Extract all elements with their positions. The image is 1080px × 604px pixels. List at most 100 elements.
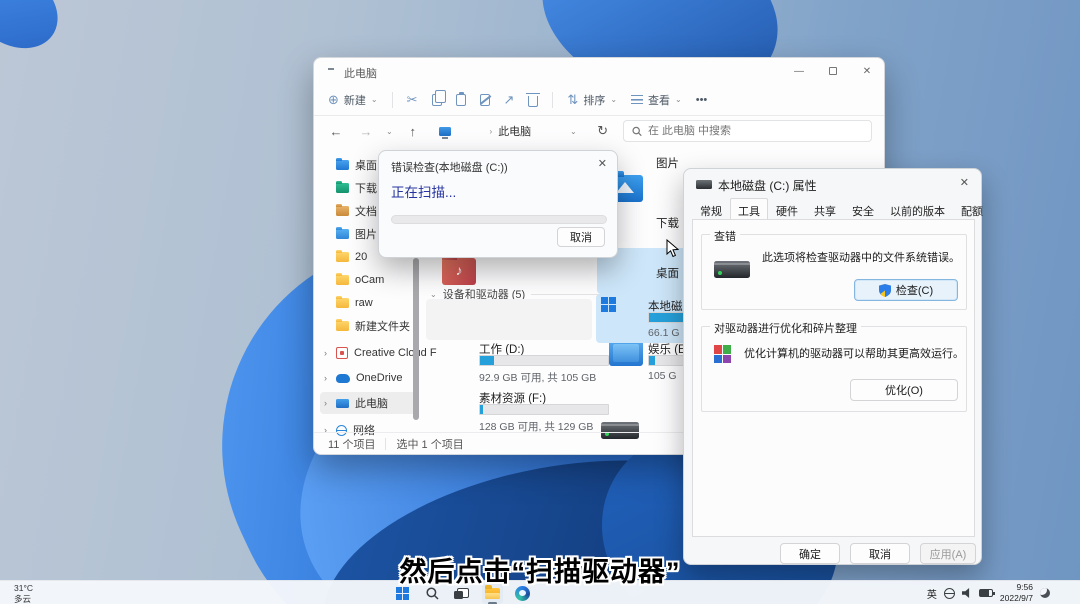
tray-time: 9:56 <box>1000 582 1033 593</box>
cancel-button[interactable]: 取消 <box>850 543 910 564</box>
view-icon <box>631 95 643 104</box>
view-button[interactable]: 查看 ⌄ <box>631 92 682 108</box>
rename-icon <box>480 94 490 106</box>
scanning-status: 正在扫描... <box>391 181 456 201</box>
cancel-button[interactable]: 取消 <box>557 227 605 247</box>
desktop: 此电脑 — ✕ ⊕ 新建 ⌄ ✂ ↗ ⇅ 排序 ⌄ <box>0 0 1080 604</box>
system-tray: 英 9:56 2022/9/7 <box>927 581 1050 604</box>
status-divider <box>385 438 386 450</box>
share-button[interactable]: ↗ <box>504 93 515 106</box>
folder-icon <box>336 252 349 262</box>
sidebar-item-this-pc[interactable]: ›此电脑 <box>320 392 416 414</box>
wallpaper-bloom-petal <box>0 0 73 65</box>
downloads-folder-label[interactable]: 下载 <box>656 215 679 231</box>
share-icon: ↗ <box>504 93 515 106</box>
error-checking-dialog: 错误检查(本地磁盘 (C:)) ✕ 正在扫描... 取消 <box>378 150 618 258</box>
search-input[interactable] <box>648 125 863 137</box>
explorer-toolbar: ⊕ 新建 ⌄ ✂ ↗ ⇅ 排序 ⌄ 查看 ⌄ ••• <box>314 84 884 116</box>
explorer-titlebar[interactable]: 此电脑 — ✕ <box>314 58 884 84</box>
clock[interactable]: 9:56 2022/9/7 <box>1000 582 1033 603</box>
dialog-title: 错误检查(本地磁盘 (C:)) <box>391 159 508 175</box>
folder-icon <box>336 206 349 216</box>
chevron-right-icon: › <box>324 398 327 408</box>
weather-condition: 多云 <box>14 594 33 604</box>
network-icon[interactable] <box>944 588 955 599</box>
sidebar-item-onedrive[interactable]: ›OneDrive <box>320 367 416 389</box>
windows-logo-icon <box>601 297 616 312</box>
desktop-folder-icon[interactable] <box>609 339 643 366</box>
explorer-folder-icon <box>485 588 500 599</box>
ok-button[interactable]: 确定 <box>780 543 840 564</box>
close-icon[interactable]: ✕ <box>960 176 969 189</box>
search-box[interactable] <box>623 120 872 142</box>
sidebar-item-ocam[interactable]: oCam <box>320 269 416 291</box>
apply-button[interactable]: 应用(A) <box>920 543 976 564</box>
video-subtitle: 然后点击“扫描驱动器” <box>400 550 681 589</box>
drive-d-capacity-bar <box>479 355 609 366</box>
optimize-button[interactable]: 优化(O) <box>850 379 958 401</box>
error-checking-group: 查错 此选项将检查驱动器中的文件系统错误。 检查(C) <box>701 234 967 310</box>
speaker-icon[interactable] <box>962 588 972 598</box>
rename-button[interactable] <box>480 94 490 106</box>
plus-icon: ⊕ <box>328 93 339 106</box>
dialog-title: 本地磁盘 (C:) 属性 <box>718 177 817 194</box>
up-button[interactable]: ↑ <box>403 124 423 139</box>
back-button[interactable]: ← <box>326 124 346 139</box>
sidebar-item-raw[interactable]: raw <box>320 292 416 314</box>
tools-tab-panel: 查错 此选项将检查驱动器中的文件系统错误。 检查(C) 对驱动器进行优化和碎片整… <box>692 219 975 537</box>
drive-f-capacity-bar <box>479 404 609 415</box>
chevron-down-icon[interactable]: ⌄ <box>570 127 577 136</box>
ime-indicator[interactable]: 英 <box>927 586 937 601</box>
refresh-button[interactable]: ↻ <box>593 123 613 139</box>
cut-button[interactable]: ✂ <box>407 93 418 106</box>
disk-properties-dialog: 本地磁盘 (C:) 属性 ✕ 常规 工具 硬件 共享 安全 以前的版本 配额 查… <box>683 168 982 565</box>
breadcrumb[interactable]: › 此电脑 ⌄ <box>433 120 583 142</box>
close-button[interactable]: ✕ <box>850 58 884 84</box>
folder-icon <box>336 183 349 193</box>
search-icon <box>632 126 642 137</box>
minimize-button[interactable]: — <box>782 58 816 84</box>
music-folder-icon[interactable] <box>442 258 476 285</box>
history-dropdown[interactable]: ⌄ <box>386 127 393 136</box>
sidebar-item-creative-cloud[interactable]: ›Creative Cloud F <box>320 342 416 364</box>
sidebar-scrollbar[interactable] <box>413 258 419 420</box>
drive-tile-placeholder[interactable] <box>426 299 592 340</box>
pictures-folder-label[interactable]: 图片 <box>656 155 679 171</box>
optimize-description: 优化计算机的驱动器可以帮助其更高效运行。 <box>744 345 964 361</box>
onedrive-icon <box>336 374 350 383</box>
check-button[interactable]: 检查(C) <box>854 279 958 301</box>
paste-button[interactable] <box>456 94 466 106</box>
weather-temp: 31°C <box>14 583 33 594</box>
group-legend: 对驱动器进行优化和碎片整理 <box>710 320 861 336</box>
sidebar-item-new-folder[interactable]: 新建文件夹 <box>320 315 416 337</box>
breadcrumb-separator: › <box>490 127 493 136</box>
battery-icon[interactable] <box>979 589 993 597</box>
close-icon[interactable]: ✕ <box>598 157 607 170</box>
items-count: 11 个项目 <box>328 436 375 452</box>
weather-widget[interactable]: 31°C 多云 <box>14 583 33 604</box>
group-legend: 查错 <box>710 228 740 244</box>
sort-button[interactable]: ⇅ 排序 ⌄ <box>567 92 617 108</box>
drive-icon <box>714 261 750 278</box>
selected-count: 选中 1 个项目 <box>396 436 463 452</box>
forward-button[interactable]: → <box>356 124 376 139</box>
folder-icon <box>336 229 349 239</box>
new-button[interactable]: ⊕ 新建 ⌄ <box>328 92 378 108</box>
folder-icon <box>336 298 349 308</box>
tray-date: 2022/9/7 <box>1000 593 1033 604</box>
this-pc-icon <box>336 399 349 408</box>
optimize-group: 对驱动器进行优化和碎片整理 优化计算机的驱动器可以帮助其更高效运行。 优化(O) <box>701 326 967 412</box>
chevron-right-icon: › <box>324 373 327 383</box>
chevron-down-icon: ⌄ <box>371 95 378 104</box>
more-button[interactable]: ••• <box>696 94 708 106</box>
desktop-folder-label[interactable]: 桌面 <box>656 265 679 281</box>
drive-icon <box>696 180 712 189</box>
chevron-down-icon: ⌄ <box>675 95 682 104</box>
uac-shield-icon <box>879 284 891 297</box>
toolbar-divider <box>392 92 393 108</box>
breadcrumb-root[interactable]: 此电脑 <box>498 123 531 139</box>
maximize-button[interactable] <box>816 58 850 84</box>
copy-button[interactable] <box>432 94 442 106</box>
folder-icon <box>336 321 349 331</box>
delete-button[interactable] <box>528 93 538 107</box>
